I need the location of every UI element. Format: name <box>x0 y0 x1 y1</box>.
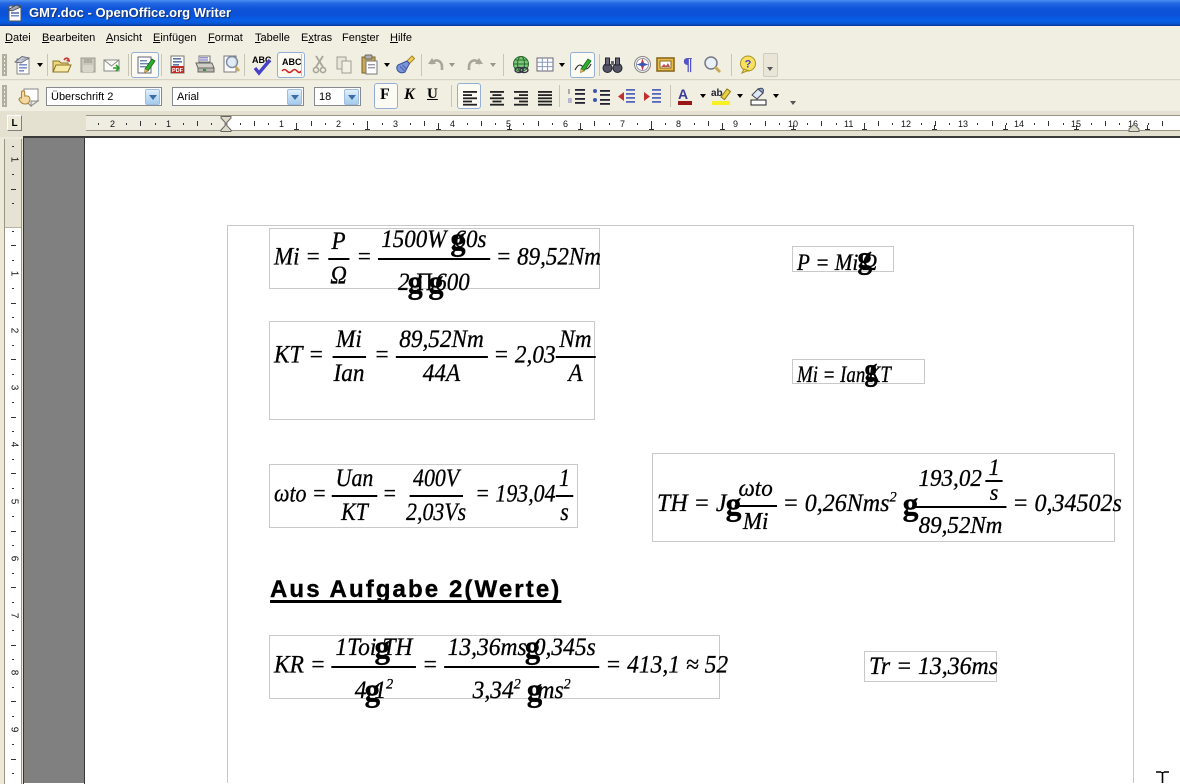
svg-text:A: A <box>678 86 688 102</box>
svg-text:ABC: ABC <box>282 57 302 67</box>
svg-text:II: II <box>568 98 572 105</box>
svg-text:?: ? <box>745 59 752 71</box>
svg-text:I: I <box>568 89 570 96</box>
svg-text:PDF: PDF <box>172 68 184 74</box>
